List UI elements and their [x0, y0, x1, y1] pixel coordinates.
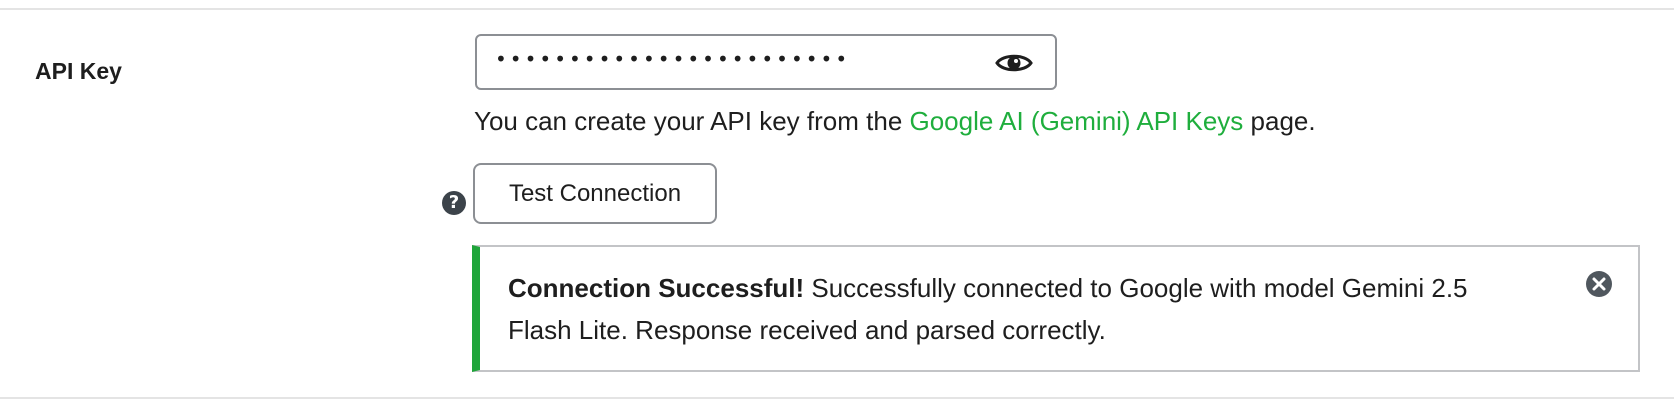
help-prefix: You can create your API key from the [474, 106, 910, 136]
api-key-label: API Key [35, 58, 122, 84]
notice-title: Connection Successful! [508, 273, 805, 303]
api-key-masked-value: •••••••••••••••••••••••• [495, 47, 851, 71]
api-key-help-text: You can create your API key from the Goo… [474, 106, 1316, 137]
top-divider [0, 8, 1674, 10]
success-notice: Connection Successful! Successfully conn… [472, 245, 1640, 372]
notice-text: Connection Successful! Successfully conn… [508, 267, 1528, 351]
test-connection-button[interactable]: Test Connection [473, 163, 717, 224]
close-circle-icon[interactable] [1586, 271, 1612, 297]
gemini-api-keys-link[interactable]: Google AI (Gemini) API Keys [910, 106, 1244, 136]
help-suffix: page. [1243, 106, 1316, 136]
help-icon[interactable]: ? [442, 191, 466, 215]
eye-icon[interactable] [995, 51, 1033, 75]
api-key-input[interactable]: •••••••••••••••••••••••• [475, 34, 1057, 90]
bottom-divider [0, 397, 1674, 399]
